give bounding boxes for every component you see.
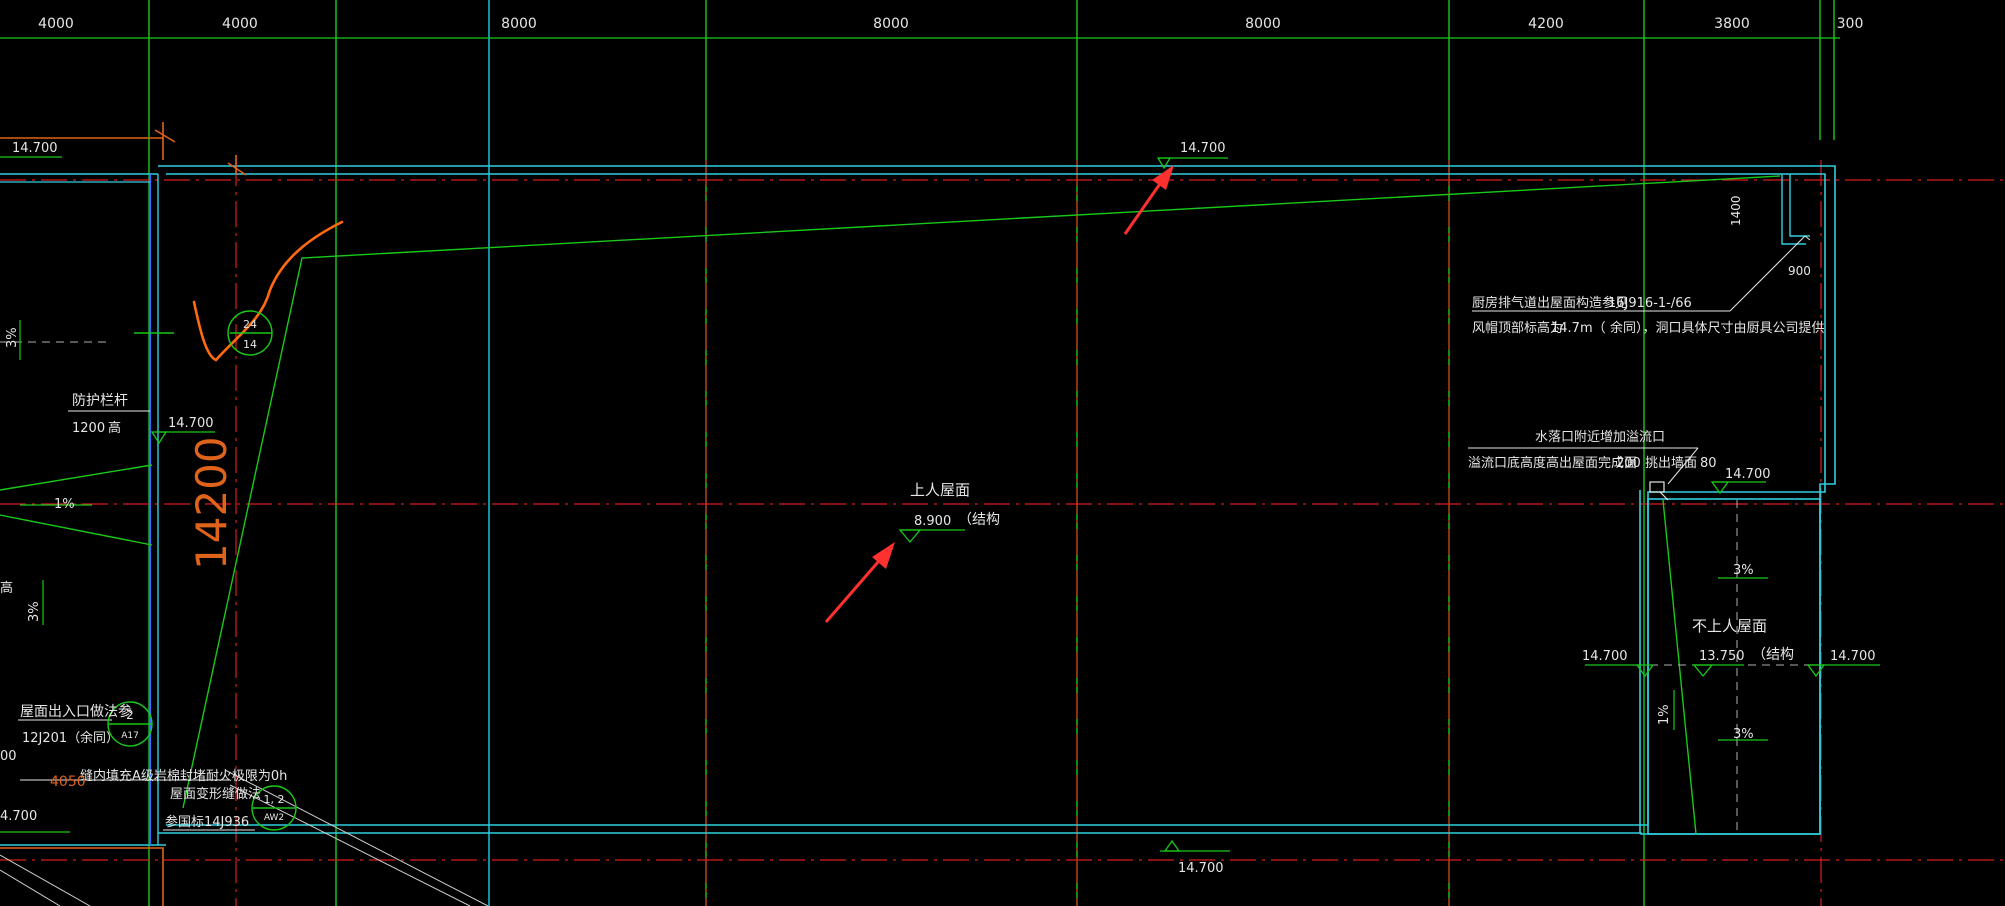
slope-right-vertical: 1% <box>1657 704 1672 725</box>
kitchen-note-line2: 风帽顶部标高为 <box>1472 320 1563 336</box>
main-roof-suffix: （结构 <box>958 512 1000 528</box>
deform-joint-ref: 参国标14J936 <box>165 814 249 830</box>
overflow-note-line2: 溢流口底高度高出屋面完成面 <box>1468 455 1637 471</box>
roof-exit-note: 屋面出入口做法参 <box>20 703 132 720</box>
guardrail-unit: 高 <box>108 420 121 436</box>
axis-dim-4: 8000 <box>873 16 909 32</box>
kitchen-note-rest: 余同），洞口具体尺寸由厨具公司提供 <box>1610 320 1825 336</box>
elev-top-center: 14.700 <box>1180 141 1226 156</box>
elev-left-rail: 14.700 <box>168 416 214 431</box>
elev-bottom-center: 14.700 <box>1178 861 1224 876</box>
callout-1-bottom: 14 <box>243 338 257 351</box>
elev-bottom-left: 4.700 <box>0 809 37 824</box>
axis-dim-6: 4200 <box>1528 16 1564 32</box>
axis-dim-2: 4000 <box>222 16 258 32</box>
elev-right-room-right: 14.700 <box>1830 649 1876 664</box>
axis-dim-8: 300 <box>1837 16 1864 32</box>
slope-right-lower: 3% <box>1733 727 1754 742</box>
dim-900: 900 <box>1788 264 1811 278</box>
kitchen-note-ref: 16J916-1-/66 <box>1608 296 1692 311</box>
right-room-elevation: 13.750 <box>1699 649 1745 664</box>
guardrail-label: 防护栏杆 <box>72 393 128 409</box>
slope-left-top: 3% <box>5 327 20 348</box>
elev-right-room-left: 14.700 <box>1582 649 1628 664</box>
overflow-note-rest: 挑出墙面 <box>1645 456 1697 471</box>
overflow-note-val: 200 <box>1616 456 1641 471</box>
axis-dim-1: 4000 <box>38 16 74 32</box>
axis-dim-7: 3800 <box>1714 16 1750 32</box>
left-partial-label: 高 <box>0 580 13 596</box>
overflow-note-line1: 水落口附近增加溢流口 <box>1535 430 1665 445</box>
deform-joint-note: 屋面变形缝做法 <box>170 786 261 802</box>
dim-1400: 1400 <box>1729 195 1743 226</box>
roof-exit-ref: 12J201（ <box>22 731 80 746</box>
elev-right-room-top: 14.700 <box>1725 467 1771 482</box>
kitchen-note-val: 14.7m（ <box>1551 321 1606 336</box>
axis-dim-5: 8000 <box>1245 16 1281 32</box>
right-room-label: 不上人屋面 <box>1692 617 1767 635</box>
elev-top-left: 14.700 <box>12 141 58 156</box>
main-roof-label: 上人屋面 <box>910 481 970 499</box>
overflow-note-dim: 80 <box>1700 456 1717 471</box>
left-partial-label2: 00 <box>0 749 17 764</box>
fire-joint-note: 缝内填充A级岩棉封堵耐火极限为0h <box>80 768 287 784</box>
right-room-suffix: （结构 <box>1752 647 1794 663</box>
callout-2-bottom: A17 <box>121 731 139 741</box>
dim-4050: 4050 <box>50 774 86 790</box>
kitchen-note-line1: 厨房排气道出屋面构造参见 <box>1472 295 1628 311</box>
axis-dim-3: 8000 <box>501 16 537 32</box>
roof-exit-same: 余同） <box>80 730 119 746</box>
guardrail-height: 1200 <box>72 421 105 436</box>
cad-drawing: 4000 4000 8000 8000 8000 4200 3800 300 1… <box>0 0 2005 906</box>
main-roof-elevation: 8.900 <box>914 514 951 529</box>
dim-14200: 14200 <box>187 436 236 570</box>
slope-left-low: 3% <box>27 601 42 622</box>
slope-left-mid: 1% <box>54 497 75 512</box>
callout-3-top: 1, 2 <box>264 793 285 806</box>
canvas-background <box>0 0 2005 906</box>
slope-right-upper: 3% <box>1733 563 1754 578</box>
callout-1-top: 24 <box>243 318 257 331</box>
callout-2-top: 2 <box>126 708 134 722</box>
callout-3-bottom: AW2 <box>264 813 284 823</box>
